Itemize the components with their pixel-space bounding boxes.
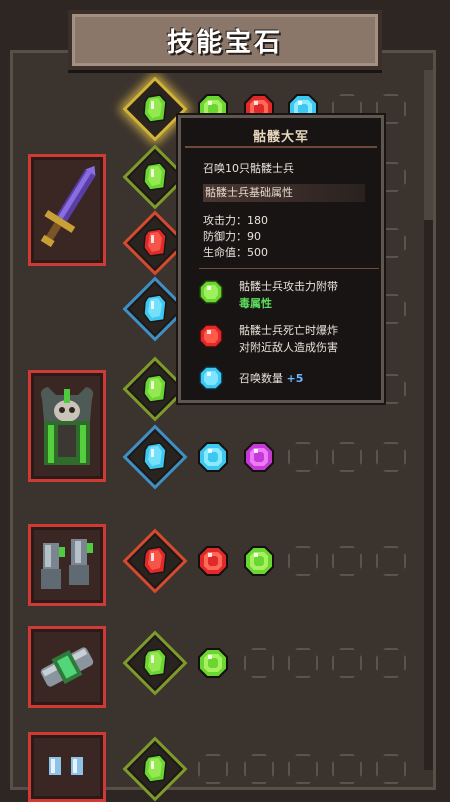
- sword-icon: [40, 165, 96, 248]
- empty-socket[interactable]: [244, 754, 274, 784]
- tooltip-defense-stat: 防御力：90: [203, 230, 261, 243]
- tooltip-attack-stat: 攻击力：180: [203, 214, 268, 227]
- skill-gem-slot-3[interactable]: [122, 210, 188, 276]
- empty-socket[interactable]: [376, 442, 406, 472]
- armor-icon: [40, 387, 94, 465]
- equip-slot-gauntlet[interactable]: [28, 524, 106, 606]
- tooltip-effect-3-value: +5: [286, 372, 304, 385]
- skill-crystal-icon: [143, 374, 167, 403]
- green-gem-icon: [199, 280, 223, 304]
- equip-slot-belt[interactable]: [28, 626, 106, 708]
- tooltip-title: 骷髅大军: [252, 130, 309, 145]
- skill-crystal-icon: [143, 228, 167, 257]
- skill-crystal-icon: [143, 442, 167, 471]
- skill-gem-slot-1[interactable]: [122, 76, 188, 142]
- green-gem-icon[interactable]: [198, 648, 228, 678]
- empty-socket[interactable]: [376, 648, 406, 678]
- skill-gem-slot-8[interactable]: [122, 630, 188, 696]
- equip-slot-sword[interactable]: [28, 154, 106, 266]
- tooltip-divider: [185, 146, 377, 148]
- tooltip-effect-1: 骷髅士兵攻击力附带 毒属性: [239, 278, 338, 312]
- empty-socket[interactable]: [332, 546, 362, 576]
- tooltip-effect-2: 骷髅士兵死亡时爆炸 对附近敌人造成伤害: [239, 322, 338, 356]
- tooltip-effect-2-line-1: 骷髅士兵死亡时爆炸: [239, 324, 338, 337]
- skill-gem-slot-7[interactable]: [122, 528, 188, 594]
- equip-slot-armor[interactable]: [28, 370, 106, 482]
- purple-gem-icon[interactable]: [244, 442, 274, 472]
- gauntlet-icon: [41, 539, 93, 589]
- empty-socket[interactable]: [288, 648, 318, 678]
- page-title: 技能宝石: [166, 27, 283, 58]
- skill-crystal-icon: [143, 648, 167, 677]
- scrollbar[interactable]: [424, 70, 433, 770]
- skill-gem-slot-6[interactable]: [122, 424, 188, 490]
- empty-socket[interactable]: [332, 648, 362, 678]
- tooltip-hp-stat: 生命值：500: [203, 246, 268, 259]
- empty-socket[interactable]: [376, 754, 406, 784]
- skill-crystal-icon: [143, 546, 167, 575]
- tooltip-effect-2-line-2: 对附近敌人造成伤害: [239, 341, 338, 354]
- skill-tooltip: 骷髅大军 召唤10只骷髅士兵 骷髅士兵基础属性 攻击力：180 防御力：90 生…: [178, 115, 384, 403]
- title-banner: 技能宝石: [68, 10, 382, 70]
- cyan-gem-icon: [199, 366, 223, 390]
- tooltip-effect-1-line-2: 毒属性: [239, 297, 272, 310]
- belt-icon: [40, 647, 94, 687]
- skill-crystal-icon: [143, 294, 167, 323]
- skill-gem-slot-9[interactable]: [122, 736, 188, 802]
- charm-icon: [49, 757, 83, 775]
- empty-socket[interactable]: [288, 754, 318, 784]
- scroll-thumb[interactable]: [424, 70, 433, 220]
- skill-gem-slot-4[interactable]: [122, 276, 188, 342]
- empty-socket[interactable]: [332, 754, 362, 784]
- equip-slot-charm[interactable]: [28, 732, 106, 802]
- skill-gem-slot-5[interactable]: [122, 356, 188, 422]
- tooltip-divider-2: [199, 268, 379, 269]
- skill-crystal-icon: [143, 162, 167, 191]
- empty-socket[interactable]: [288, 546, 318, 576]
- skill-crystal-icon: [143, 754, 167, 783]
- green-gem-icon[interactable]: [244, 546, 274, 576]
- empty-socket[interactable]: [332, 442, 362, 472]
- skill-gem-slot-2[interactable]: [122, 144, 188, 210]
- tooltip-effect-3: 召唤数量 +5: [239, 370, 303, 387]
- skill-crystal-icon: [143, 94, 167, 123]
- cyan-gem-icon[interactable]: [198, 442, 228, 472]
- red-gem-icon: [199, 324, 223, 348]
- tooltip-effect-1-line-1: 骷髅士兵攻击力附带: [239, 280, 338, 293]
- tooltip-base-stats-header: 骷髅士兵基础属性: [203, 184, 365, 202]
- empty-socket[interactable]: [198, 754, 228, 784]
- tooltip-effect-3-label: 召唤数量: [239, 372, 283, 385]
- tooltip-summon-text: 召唤10只骷髅士兵: [203, 162, 294, 175]
- empty-socket[interactable]: [288, 442, 318, 472]
- empty-socket[interactable]: [376, 546, 406, 576]
- red-gem-icon[interactable]: [198, 546, 228, 576]
- empty-socket[interactable]: [244, 648, 274, 678]
